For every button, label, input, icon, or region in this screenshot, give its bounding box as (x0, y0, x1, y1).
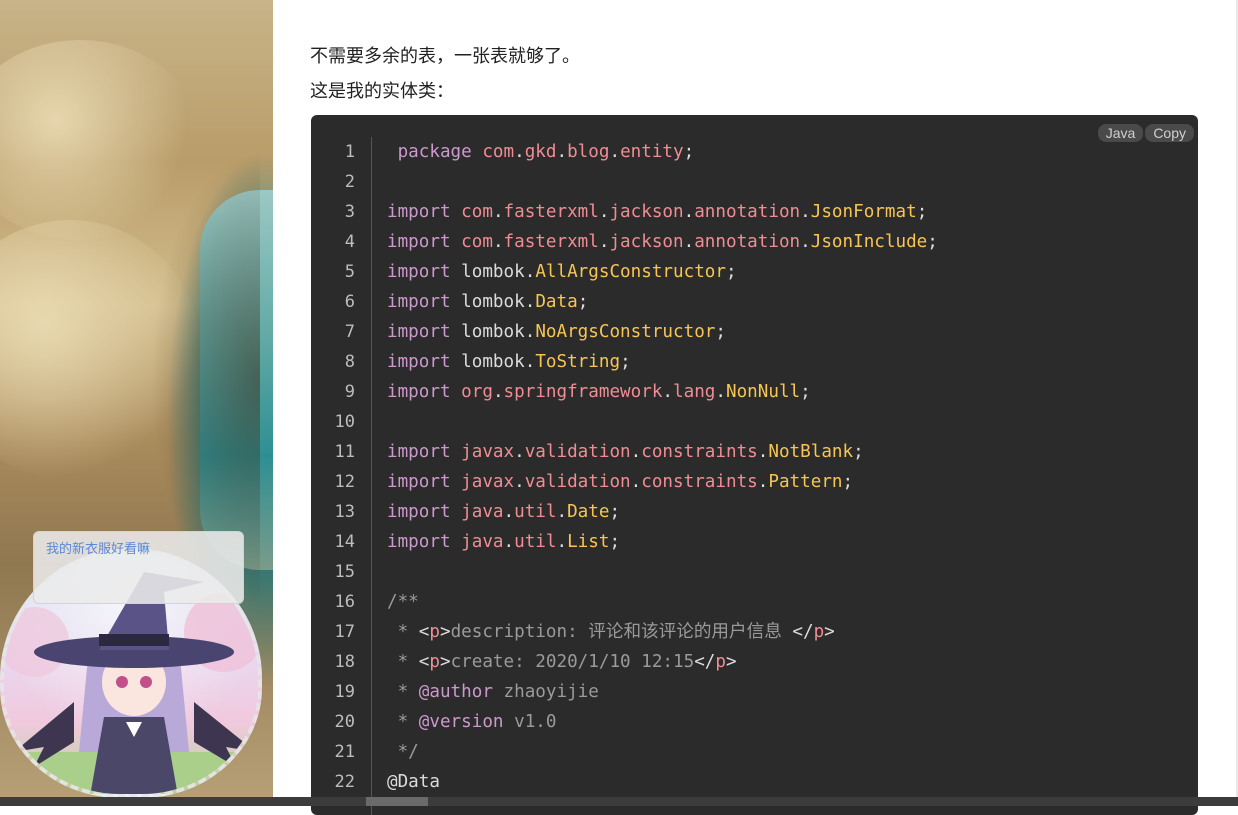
code-line: import java.util.List; (387, 532, 621, 552)
code-line: import javax.validation.constraints.Patt… (387, 472, 854, 492)
line-number: 6 (344, 292, 355, 312)
code-line: package com.gkd.blog.entity; (397, 142, 695, 162)
line-number: 21 (334, 742, 355, 762)
code-line: import javax.validation.constraints.NotB… (387, 442, 864, 462)
line-number: 12 (334, 472, 355, 492)
code-line: import lombok.AllArgsConstructor; (387, 262, 737, 282)
bubble-text: 我的新衣服好看嘛 (46, 542, 151, 557)
line-number: 15 (334, 562, 355, 582)
line-number: 7 (344, 322, 355, 342)
code-line: import com.fasterxml.jackson.annotation.… (387, 202, 928, 222)
code-line: import com.fasterxml.jackson.annotation.… (387, 232, 938, 252)
code-line: * @version v1.0 (387, 712, 557, 732)
copy-button[interactable]: Copy (1145, 124, 1194, 142)
line-number: 5 (344, 262, 355, 282)
line-number: 18 (334, 652, 355, 672)
line-number: 22 (334, 772, 355, 792)
line-number: 14 (334, 532, 355, 552)
line-number: 19 (334, 682, 355, 702)
article-paragraph: 不需要多余的表，一张表就够了。 (310, 46, 580, 67)
code-line: import java.util.Date; (387, 502, 621, 522)
line-number: 17 (334, 622, 355, 642)
code-line: * <p>create: 2020/1/10 12:15</p> (387, 652, 737, 672)
line-number: 20 (334, 712, 355, 732)
article-paragraph: 这是我的实体类： (310, 81, 454, 102)
mascot-speech-bubble: 我的新衣服好看嘛 (33, 531, 244, 604)
line-number: 4 (344, 232, 355, 252)
line-number: 16 (334, 592, 355, 612)
code-line: import org.springframework.lang.NonNull; (387, 382, 811, 402)
code-toolbar: Java Copy (1097, 124, 1194, 142)
line-number: 1 (344, 142, 355, 162)
code-line: import lombok.ToString; (387, 352, 631, 372)
scrollbar-thumb[interactable] (366, 797, 428, 806)
line-number: 11 (334, 442, 355, 462)
code-line: /** (387, 592, 419, 612)
code-line: import lombok.NoArgsConstructor; (387, 322, 726, 342)
code-block: Java Copy 1 2 3 4 5 6 7 8 9 10 11 12 13 14 15 16 17 18 19 2… (311, 115, 1198, 815)
code-line: @Data (387, 772, 440, 792)
code-line: */ (387, 742, 419, 762)
language-badge: Java (1097, 124, 1144, 142)
horizontal-scrollbar[interactable] (0, 797, 1238, 806)
code-line: * @author zhaoyijie (387, 682, 599, 702)
line-number-gutter: 1 2 3 4 5 6 7 8 9 10 11 12 13 14 15 16 17 18 19 20 21 22 (311, 137, 372, 815)
line-number: 8 (344, 352, 355, 372)
code-line: * <p>description: 评论和该评论的用户信息 </p> (387, 622, 835, 642)
line-number: 3 (344, 202, 355, 222)
article-content: 不需要多余的表，一张表就够了。 这是我的实体类： Java Copy 12345… (273, 0, 1236, 815)
line-number: 10 (334, 412, 355, 432)
code-line: import lombok.Data; (387, 292, 589, 312)
line-number: 2 (344, 172, 355, 192)
code-content: package com.gkd.blog.entity; import com.… (387, 137, 938, 797)
line-number: 9 (344, 382, 355, 402)
line-number: 13 (334, 502, 355, 522)
